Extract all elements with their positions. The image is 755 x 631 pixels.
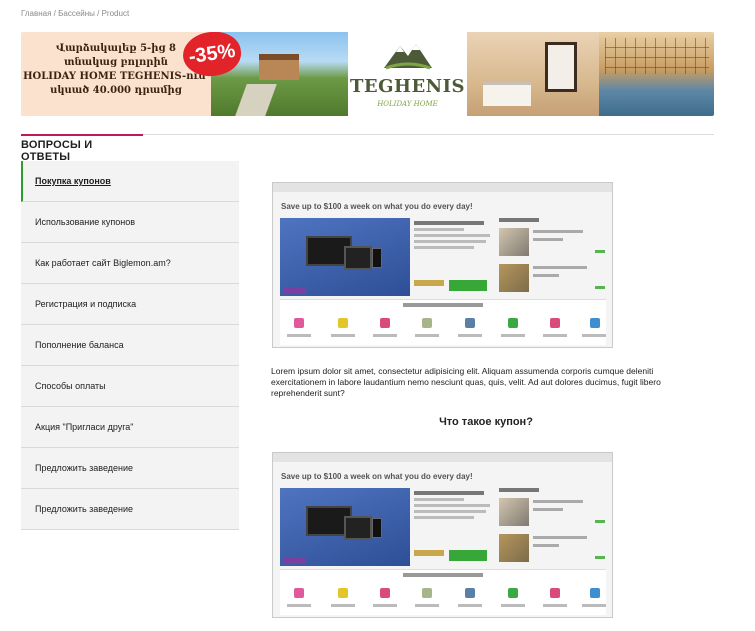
logo-subtitle: HOLIDAY HOME [377, 100, 438, 108]
screenshot-top-deals [499, 218, 607, 296]
site-screenshot-2: Save up to $100 a week on what you do ev… [272, 452, 613, 618]
sidebar-item-invite-friend[interactable]: Акция "Пригласи друга" [21, 407, 239, 448]
sidebar-item-suggest-venue-2[interactable]: Предложить заведение [21, 489, 239, 530]
breadcrumb-pools[interactable]: Бассейны [58, 9, 95, 18]
sidebar-item-top-up[interactable]: Пополнение баланса [21, 325, 239, 366]
house-shape [259, 54, 299, 80]
faq-sidebar: Покупка купонов Использование купонов Ка… [21, 161, 239, 530]
site-screenshot: Save up to $100 a week on what you do ev… [272, 182, 613, 348]
trending-tag [284, 288, 306, 294]
banner-room-image [467, 32, 599, 116]
screenshot-headline: Save up to $100 a week on what you do ev… [281, 202, 473, 211]
sidebar-item-registration[interactable]: Регистрация и подписка [21, 284, 239, 325]
breadcrumb-separator: / [94, 9, 102, 18]
sidebar-item-how-it-works[interactable]: Как работает сайт Biglemon.am? [21, 243, 239, 284]
phone-icon [372, 518, 382, 538]
screenshot-nav [273, 183, 612, 192]
phone-icon [372, 248, 382, 268]
trending-tag [284, 558, 306, 564]
logo-name: TEGHENIS [349, 76, 466, 97]
sidebar-item-payment[interactable]: Способы оплаты [21, 366, 239, 407]
breadcrumb: Главная / Бассейны / Product [21, 9, 129, 18]
screenshot-categories [280, 569, 606, 615]
faq-title: ВОПРОСЫ И ОТВЕТЫ [21, 134, 143, 163]
banner-promo-text: Վարձակալեք 5-ից 8 տնակաց բոլորին HOLIDAY… [21, 32, 211, 116]
promo-line: HOLIDAY HOME TEGHENIS-ում՝ [23, 71, 209, 82]
banner-pool-image [599, 32, 714, 116]
article-body: Lorem ipsum dolor sit amet, consectetur … [271, 366, 661, 398]
tablet-icon [344, 516, 372, 540]
promo-line: սկսած 40.000 դրամից [50, 85, 182, 96]
article-heading: Что такое купон? [439, 416, 533, 428]
screenshot-hero [280, 218, 410, 296]
promo-banner[interactable]: Վարձակալեք 5-ից 8 տնակաց բոլորին HOLIDAY… [21, 32, 714, 116]
sidebar-item-use-coupons[interactable]: Использование купонов [21, 202, 239, 243]
tablet-icon [344, 246, 372, 270]
ceiling-grid [605, 38, 709, 74]
price-shape [414, 550, 444, 556]
screenshot-categories [280, 299, 606, 345]
screenshot-top-deals [499, 488, 607, 566]
screenshot-nav [273, 453, 612, 462]
price-shape [414, 280, 444, 286]
teghenis-logo: TEGHENIS HOLIDAY HOME [348, 32, 467, 116]
view-deal-shape [449, 280, 487, 291]
screenshot-deal [414, 218, 494, 291]
bed-shape [483, 82, 531, 106]
screenshot-hero [280, 488, 410, 566]
breadcrumb-home[interactable]: Главная [21, 9, 51, 18]
sidebar-item-suggest-venue[interactable]: Предложить заведение [21, 448, 239, 489]
breadcrumb-current: Product [101, 9, 130, 18]
window-shape [545, 42, 577, 92]
mountain-icon [384, 44, 432, 70]
screenshot-deal [414, 488, 494, 561]
road-shape [235, 84, 277, 116]
screenshot-headline: Save up to $100 a week on what you do ev… [281, 472, 473, 481]
view-deal-shape [449, 550, 487, 561]
sidebar-item-buy-coupons[interactable]: Покупка купонов [21, 161, 239, 202]
